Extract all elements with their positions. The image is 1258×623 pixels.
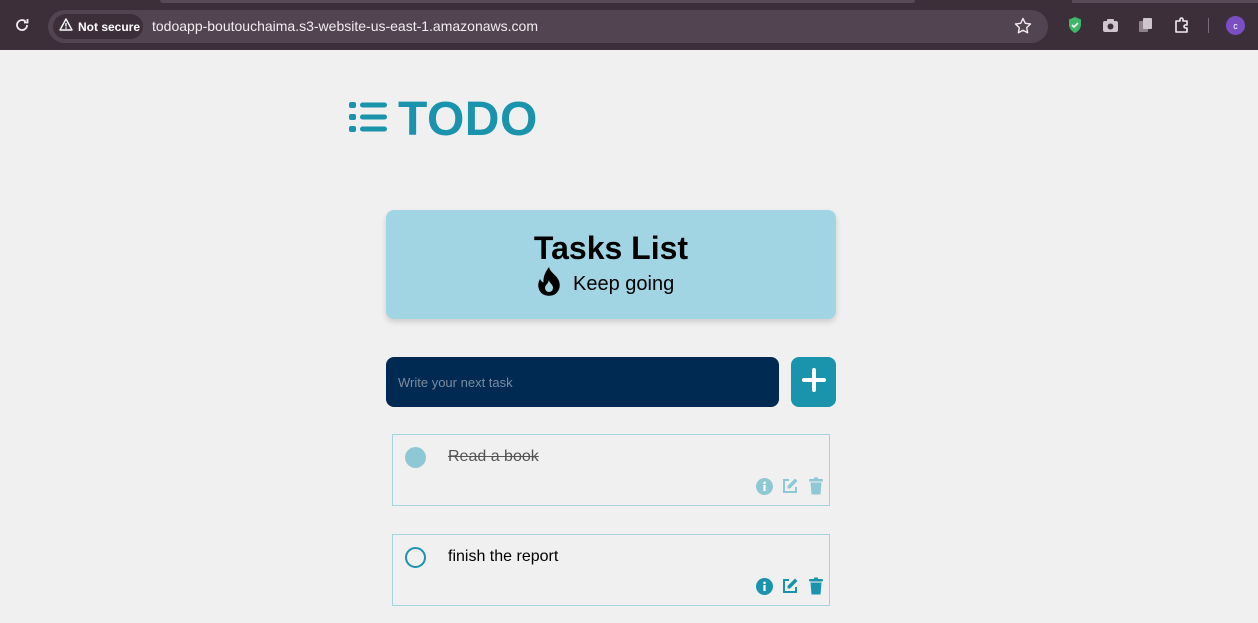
plus-icon xyxy=(801,367,827,398)
task-name: finish the report xyxy=(448,548,559,565)
task-complete-toggle[interactable] xyxy=(405,447,426,468)
reload-icon[interactable] xyxy=(12,15,32,35)
shield-extension-icon[interactable] xyxy=(1066,16,1084,34)
app-logo: TODO xyxy=(348,92,538,147)
new-task-input[interactable] xyxy=(386,357,779,407)
task-actions xyxy=(755,477,825,495)
fire-icon xyxy=(535,266,563,303)
trash-icon[interactable] xyxy=(807,477,825,495)
url-text[interactable]: todoapp-boutouchaima.s3-website-us-east-… xyxy=(152,18,538,34)
task-complete-toggle[interactable] xyxy=(405,547,426,568)
toolbar-divider xyxy=(1208,18,1209,33)
edit-icon[interactable] xyxy=(781,477,799,495)
puzzle-extensions-icon[interactable] xyxy=(1173,16,1191,34)
list-icon xyxy=(348,100,388,139)
task-item: Read a book xyxy=(392,434,830,506)
header-subtitle: Keep going xyxy=(535,266,674,303)
info-icon[interactable] xyxy=(755,477,773,495)
edit-icon[interactable] xyxy=(781,577,799,595)
browser-toolbar: Not secure todoapp-boutouchaima.s3-websi… xyxy=(0,0,1258,50)
page-title: Tasks List xyxy=(533,230,689,266)
add-task-button[interactable] xyxy=(791,357,836,407)
logo-text: TODO xyxy=(398,93,538,146)
task-name: Read a book xyxy=(448,448,539,465)
address-bar[interactable]: Not secure todoapp-boutouchaima.s3-websi… xyxy=(48,10,1048,43)
tab-strip-edge xyxy=(160,0,915,3)
copy-extension-icon[interactable] xyxy=(1137,16,1155,34)
warning-icon xyxy=(59,17,73,36)
tasks-header-card: Tasks List Keep going xyxy=(386,210,836,319)
trash-icon[interactable] xyxy=(807,577,825,595)
subtitle-text: Keep going xyxy=(573,273,675,295)
task-actions xyxy=(755,577,825,595)
info-icon[interactable] xyxy=(755,577,773,595)
security-label: Not secure xyxy=(78,19,141,34)
profile-avatar[interactable]: c xyxy=(1226,16,1245,35)
bookmark-star-icon[interactable] xyxy=(1013,16,1033,41)
camera-extension-icon[interactable] xyxy=(1101,16,1119,34)
security-chip[interactable]: Not secure xyxy=(53,14,143,39)
tab-strip-edge-right xyxy=(1072,0,1258,3)
task-item: finish the report xyxy=(392,534,830,606)
